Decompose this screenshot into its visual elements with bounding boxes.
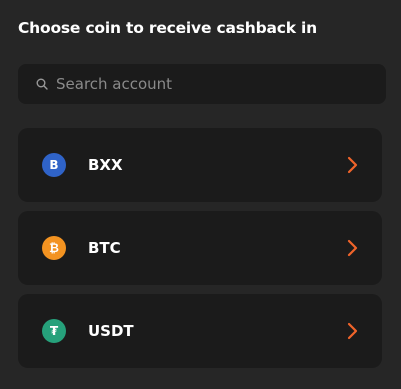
chevron-right-icon <box>346 322 358 340</box>
coin-option-bxx[interactable]: B BXX <box>18 128 382 202</box>
coin-symbol: USDT <box>88 322 134 340</box>
page-title: Choose coin to receive cashback in <box>18 19 317 37</box>
bitcoin-logo-icon: ₿ <box>42 236 66 260</box>
coin-list: B BXX ₿ BTC ₮ USDT <box>18 128 382 377</box>
coin-symbol: BTC <box>88 239 121 257</box>
search-box[interactable] <box>18 64 386 104</box>
tether-logo-icon: ₮ <box>42 319 66 343</box>
search-input[interactable] <box>56 75 356 93</box>
coin-option-btc[interactable]: ₿ BTC <box>18 211 382 285</box>
chevron-right-icon <box>346 156 358 174</box>
bxx-logo-icon: B <box>42 153 66 177</box>
coin-option-usdt[interactable]: ₮ USDT <box>18 294 382 368</box>
coin-symbol: BXX <box>88 156 123 174</box>
chevron-right-icon <box>346 239 358 257</box>
search-icon <box>36 78 48 90</box>
